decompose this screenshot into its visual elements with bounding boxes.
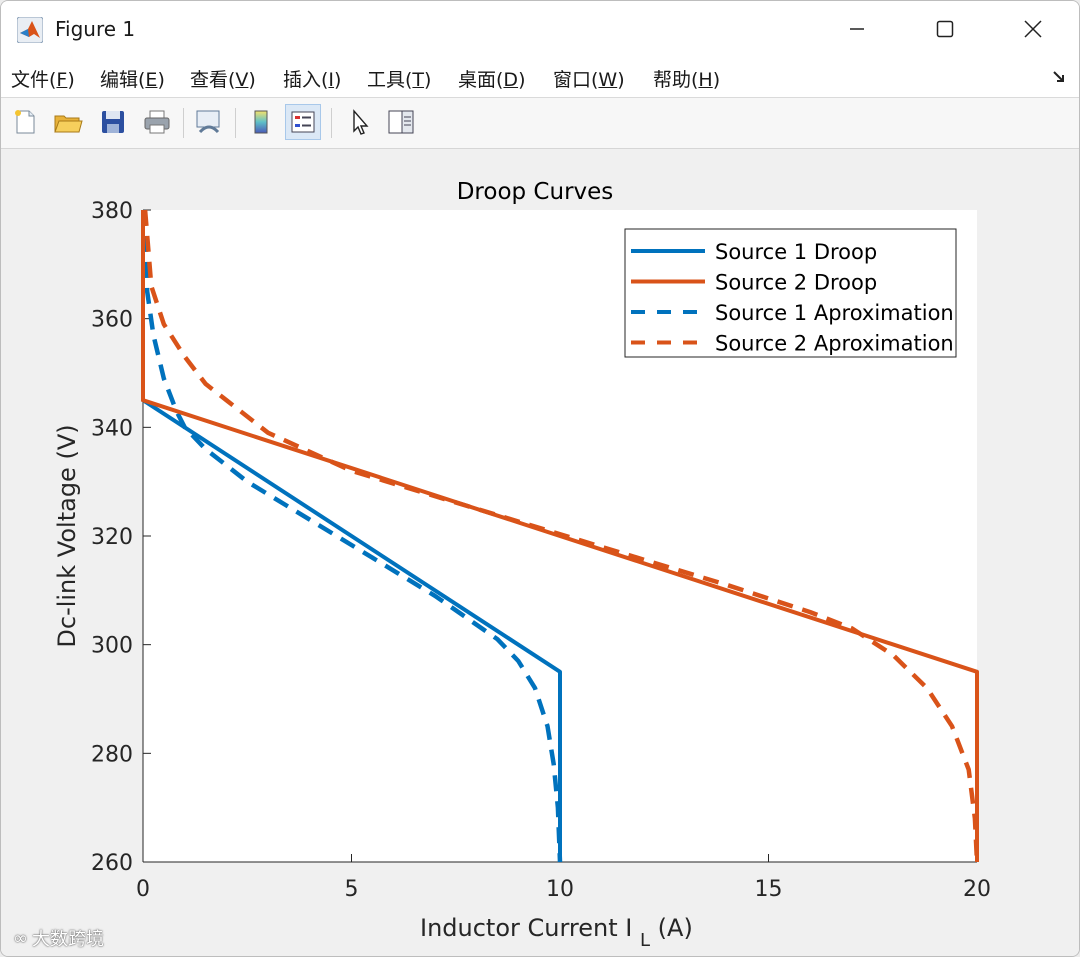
y-tick-label: 260 [91,851,133,876]
colorbar-icon [254,110,268,134]
window-title: Figure 1 [55,17,136,41]
figure-toolbar [1,98,1079,149]
menu-edit[interactable]: 编辑(E) [100,65,165,92]
menu-window[interactable]: 窗口(W) [553,65,625,92]
maximize-button[interactable] [901,5,989,53]
x-tick-label: 20 [963,877,991,902]
y-tick-label: 380 [91,199,133,224]
minimize-button[interactable] [813,5,901,53]
matlab-logo-icon [17,17,43,43]
new-file-button[interactable] [7,104,43,140]
pointer-icon [353,109,369,135]
watermark-logo-icon: ∞ [13,927,28,949]
chart-title: Droop Curves [457,179,614,205]
menu-desktop[interactable]: 桌面(D) [458,65,525,92]
menu-insert[interactable]: 插入(I) [283,65,341,92]
legend-button[interactable] [285,104,321,140]
menu-file[interactable]: 文件(F) [11,65,75,92]
x-tick-label: 5 [345,877,359,902]
property-inspector-icon [388,110,414,134]
figure-window: Figure 1 文件(F) 编辑(E) 查看(V) 插入(I) 工具(T) 桌… [0,0,1080,957]
legend-label-3: Source 1 Aproximation [715,301,954,325]
y-tick-label: 320 [91,525,133,550]
menu-view[interactable]: 查看(V) [190,65,256,92]
y-tick-label: 340 [91,416,133,441]
dock-arrow-icon[interactable] [1051,69,1067,85]
menu-help[interactable]: 帮助(H) [653,65,720,92]
x-tick-label: 10 [546,877,574,902]
open-folder-icon [54,115,83,133]
link-plot-icon [196,110,220,134]
y-tick-label: 300 [91,634,133,659]
menu-tools[interactable]: 工具(T) [367,65,431,92]
watermark: ∞ 大数跨境 [13,925,104,951]
y-tick-label: 360 [91,308,133,333]
x-axis-label: Inductor Current I L (A) [420,914,693,951]
print-icon [144,110,170,134]
droop-chart: 0 5 10 15 20 260 280 300 320 340 360 380 Droop Curve… [53,179,991,951]
save-button[interactable] [95,104,131,140]
watermark-text: 大数跨境 [32,929,104,950]
legend-label-2: Source 2 Droop [715,271,877,295]
legend-label-4: Source 2 Aproximation [715,332,954,356]
property-inspector-button[interactable] [383,104,419,140]
maximize-icon [936,20,954,38]
y-tick-label: 280 [91,742,133,767]
x-tick-label: 15 [755,877,783,902]
colorbar-button[interactable] [243,104,279,140]
y-axis-label: Dc-link Voltage (V) [53,424,81,647]
save-icon [102,111,124,133]
minimize-icon [850,28,864,30]
legend-icon [291,111,315,133]
x-tick-label: 0 [136,877,150,902]
pointer-button[interactable] [341,104,377,140]
figure-canvas: 0 5 10 15 20 260 280 300 320 340 360 380 Droop Curve… [1,149,1079,956]
legend-label-1: Source 1 Droop [715,240,877,264]
title-bar: Figure 1 [1,1,1079,59]
open-button[interactable] [50,104,86,140]
link-plot-button[interactable] [191,104,227,140]
print-button[interactable] [139,104,175,140]
new-file-icon [15,110,35,134]
menu-bar: 文件(F) 编辑(E) 查看(V) 插入(I) 工具(T) 桌面(D) 窗口(W… [1,59,1079,98]
close-icon [1024,20,1042,38]
close-button[interactable] [989,5,1077,53]
